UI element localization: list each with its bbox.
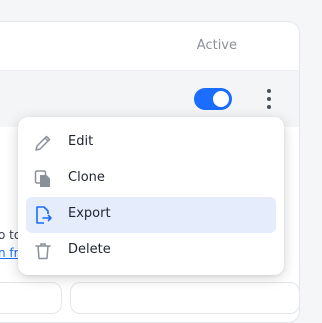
menu-item-label: Export [68,206,111,221]
export-icon [36,206,52,224]
lower-card-left [0,282,62,314]
lower-card-right [70,282,300,314]
menu-item-label: Delete [68,242,111,257]
menu-item-label: Edit [68,134,94,149]
copy-icon [34,170,50,187]
toggle-knob [213,91,229,107]
column-header-active: Active [196,38,237,53]
menu-item-clone[interactable]: Clone [26,161,276,197]
menu-item-label: Clone [68,170,105,185]
background-link[interactable]: n fr [0,246,19,260]
more-options-icon[interactable] [259,87,279,111]
table-header: Active [0,22,299,70]
menu-item-export[interactable]: Export [26,197,276,233]
trash-icon [35,243,51,260]
pencil-icon [35,135,51,151]
actions-menu: Edit Clone Export Delete [18,117,284,275]
active-toggle[interactable] [194,88,232,110]
menu-item-edit[interactable]: Edit [26,125,276,161]
menu-item-delete[interactable]: Delete [26,233,276,269]
